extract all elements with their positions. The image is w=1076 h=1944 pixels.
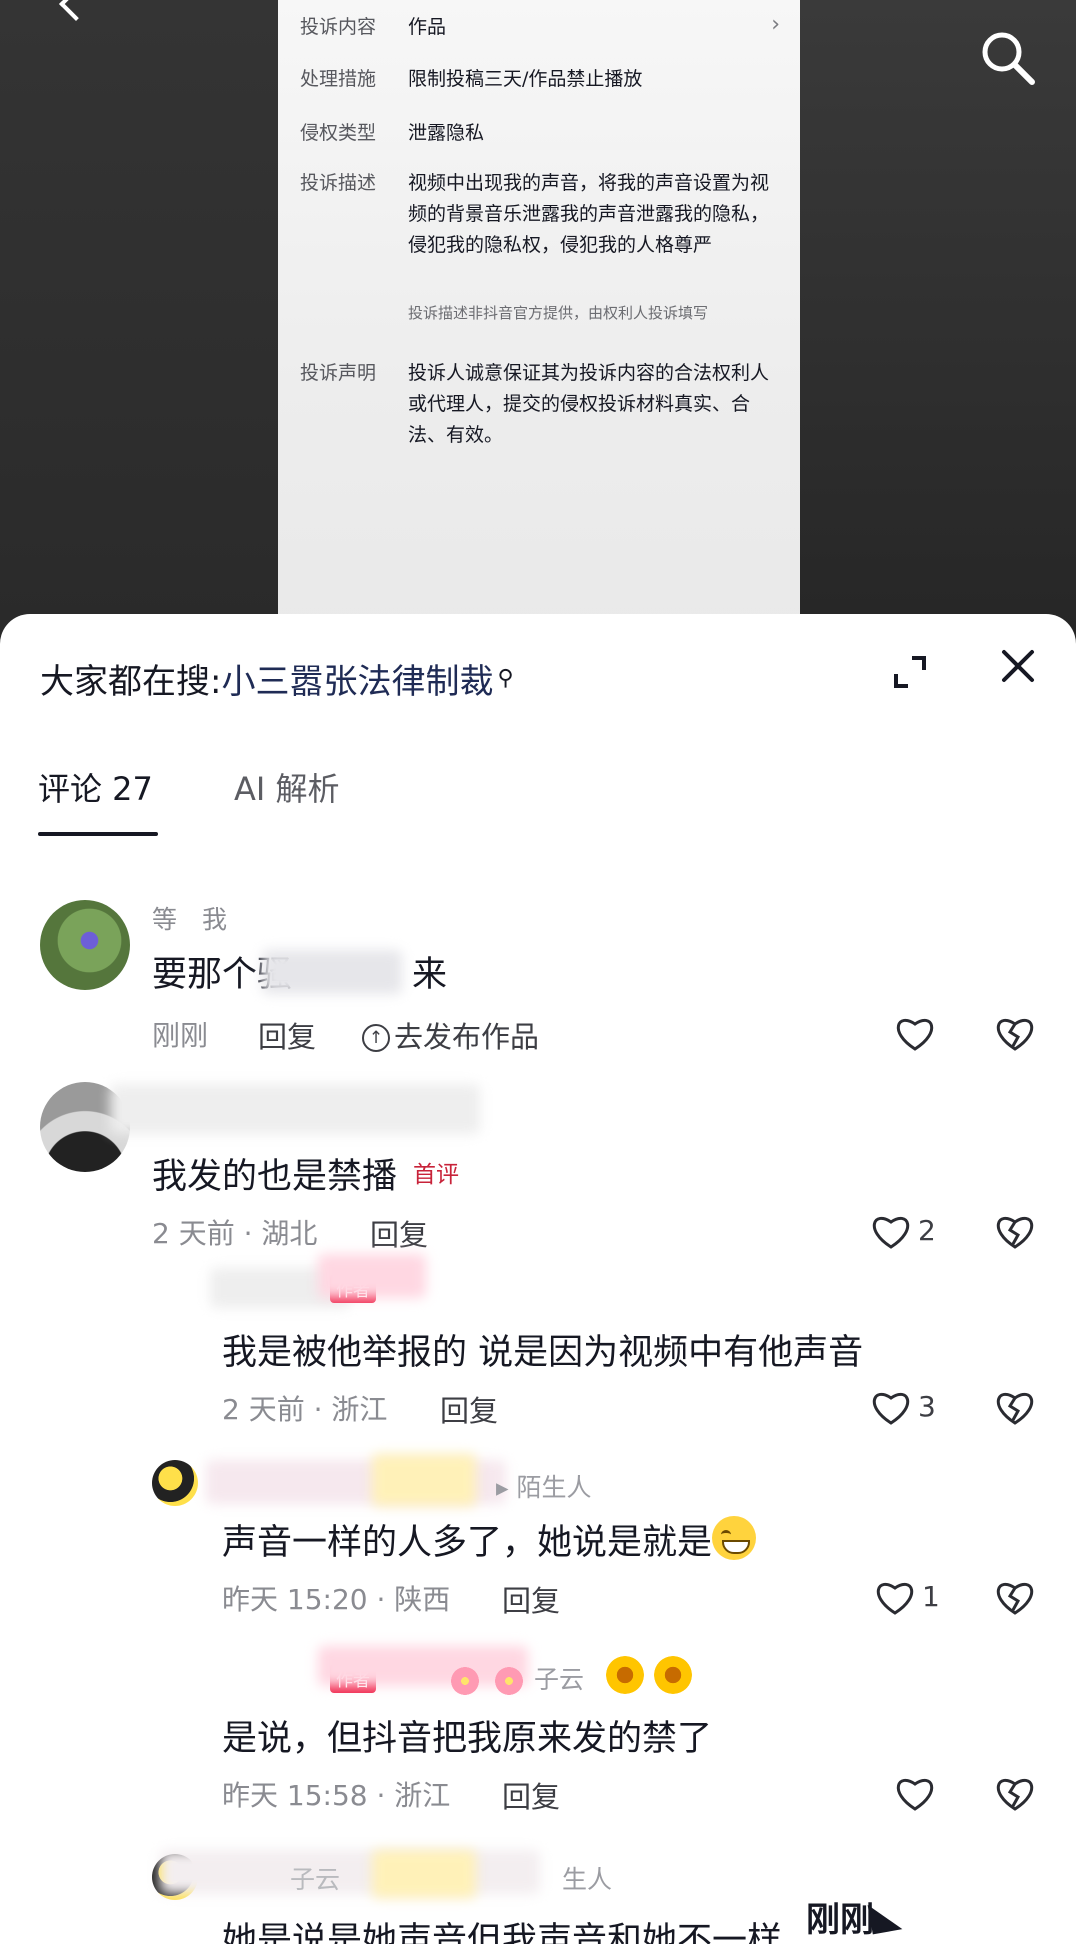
redaction-blur (318, 1254, 426, 1298)
heart-icon[interactable] (870, 1388, 912, 1430)
flower-emoji-icon (494, 1666, 524, 1696)
sweat-smile-emoji-icon (712, 1516, 757, 1560)
tab-bar: 评论 27 AI 解析 (38, 764, 1038, 836)
report-value: 投诉人诚意保证其为投诉内容的合法权利人或代理人，提交的侵权投诉材料真实、合法、有… (408, 362, 770, 446)
report-value: 视频中出现我的声音，将我的声音设置为视频的背景音乐泄露我的声音泄露我的隐私，侵犯… (408, 172, 770, 256)
reply-button[interactable]: 回复 (370, 1212, 428, 1254)
close-icon[interactable] (1000, 648, 1036, 684)
comment-text: 我是被他举报的 说是因为视频中有他声音 (222, 1333, 864, 1373)
publish-label: 去发布作品 (394, 1020, 540, 1054)
hot-search-keyword: 小三嚣张法律制裁 (221, 662, 494, 702)
comment-text: 声音一样的人多了，她说是就是 (222, 1514, 757, 1565)
comment-time: 昨天 15:58 · 浙江 (222, 1779, 451, 1812)
hot-search-prefix: 大家都在搜: (40, 662, 222, 702)
comment-text: 是说，但抖音把我原来发的禁了 (222, 1719, 713, 1759)
username-tail: 陌生人 (516, 1473, 592, 1502)
report-value: 限制投稿三天/作品禁止播放 (408, 68, 643, 90)
redaction-blur (372, 1850, 476, 1898)
broken-heart-icon[interactable] (994, 1014, 1036, 1056)
heart-icon[interactable] (874, 1578, 916, 1620)
first-comment-tag: 首评 (413, 1162, 460, 1188)
heart-icon[interactable] (894, 1774, 936, 1816)
comment-username[interactable]: ▸ 陌生人 (496, 1468, 592, 1504)
tab-active-indicator (38, 832, 158, 836)
comment-text-tail: 来 (412, 955, 448, 995)
hot-search-link[interactable]: 大家都在搜:小三嚣张法律制裁 ⚲ (40, 654, 514, 703)
comment-username[interactable]: 子云 (290, 1860, 340, 1896)
comment-sheet: 大家都在搜:小三嚣张法律制裁 ⚲ 评论 27 AI 解析 等 我 要那个骚来 刚刚… (0, 614, 1076, 1944)
expand-icon[interactable] (890, 652, 930, 692)
redaction-blur (262, 950, 402, 994)
publish-work-button[interactable]: ↑ 去发布作品 (362, 1014, 539, 1056)
broken-heart-icon[interactable] (994, 1774, 1036, 1816)
comment-text-body: 声音一样的人多了，她说是就是 (222, 1523, 713, 1563)
report-label: 处理措施 (300, 68, 377, 90)
tab-comments[interactable]: 评论 27 (38, 764, 153, 810)
like-count: 2 (918, 1214, 936, 1247)
redaction-blur (372, 1454, 476, 1506)
avatar[interactable] (40, 900, 130, 990)
report-value: 泄露隐私 (408, 122, 485, 144)
flower-emoji-icon (450, 1666, 480, 1696)
just-now-label: 刚刚 (806, 1900, 874, 1940)
comment-text: 她是说是她声音但我声音和她不一样 (222, 1921, 783, 1944)
sunflower-emoji-icon (654, 1656, 692, 1694)
broken-heart-icon[interactable] (994, 1578, 1036, 1620)
report-label: 侵权类型 (300, 122, 377, 144)
pointer-arrow-icon (867, 1899, 903, 1935)
redaction-blur (110, 1084, 480, 1134)
comment-username-tail: 生人 (562, 1865, 613, 1894)
like-count: 3 (918, 1390, 936, 1423)
redaction-blur (160, 1850, 540, 1894)
heart-icon[interactable] (894, 1014, 936, 1056)
broken-heart-icon[interactable] (994, 1212, 1036, 1254)
comment-time: 刚刚 (152, 1019, 209, 1052)
reply-button[interactable]: 回复 (502, 1578, 560, 1620)
report-label: 投诉内容 (300, 16, 377, 38)
report-label: 投诉声明 (300, 362, 377, 384)
comment-username[interactable]: 等 我 (152, 900, 227, 936)
like-count: 1 (922, 1580, 940, 1613)
broken-heart-icon[interactable] (994, 1388, 1036, 1430)
search-icon[interactable] (978, 28, 1038, 88)
comment-username[interactable]: 子云 (534, 1660, 584, 1696)
comment-text: 我发的也是禁播 首评 (152, 1148, 459, 1199)
video-backdrop-right (800, 0, 1076, 640)
report-note: 投诉描述非抖音官方提供，由权利人投诉填写 (408, 304, 709, 322)
upload-icon: ↑ (362, 1024, 390, 1052)
report-value: 作品 (408, 16, 447, 38)
comment-time: 2 天前 · 湖北 (152, 1217, 318, 1250)
comment-time: 昨天 15:20 · 陕西 (222, 1583, 451, 1616)
comment-text-body: 我发的也是禁播 (152, 1157, 398, 1197)
reply-button[interactable]: 回复 (502, 1774, 560, 1816)
reply-button[interactable]: 回复 (258, 1014, 316, 1056)
tab-ai-analysis[interactable]: AI 解析 (234, 764, 340, 810)
video-backdrop-left (0, 0, 278, 640)
reply-button[interactable]: 回复 (440, 1388, 498, 1430)
report-label: 投诉描述 (300, 172, 377, 194)
chevron-right-icon: › (771, 12, 780, 37)
heart-icon[interactable] (870, 1212, 912, 1254)
video-player[interactable]: 投诉内容 作品 › 处理措施 限制投稿三天/作品禁止播放 侵权类型 泄露隐私 投… (0, 0, 1076, 640)
small-search-icon: ⚲ (497, 666, 514, 691)
complaint-screenshot: 投诉内容 作品 › 处理措施 限制投稿三天/作品禁止播放 侵权类型 泄露隐私 投… (278, 0, 800, 640)
sunflower-emoji-icon (606, 1656, 644, 1694)
comment-time: 2 天前 · 浙江 (222, 1393, 388, 1426)
avatar[interactable] (152, 1460, 198, 1506)
